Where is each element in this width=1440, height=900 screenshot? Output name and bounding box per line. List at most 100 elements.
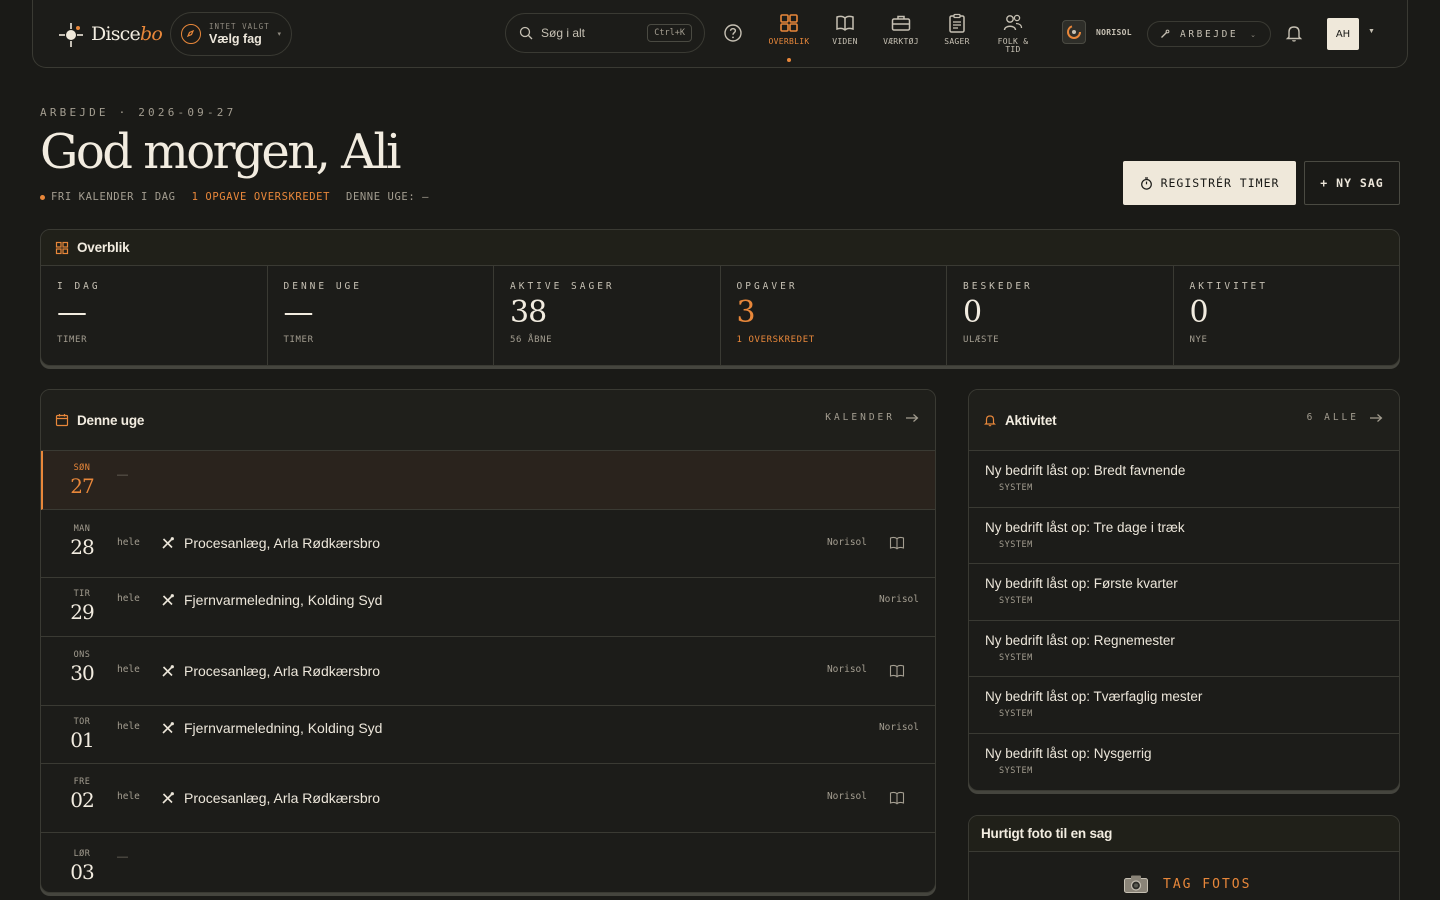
brand[interactable]: Discebo xyxy=(57,18,163,50)
wrench-icon xyxy=(1161,29,1170,38)
empty-day: — xyxy=(117,851,128,863)
stat-sub: TIMER xyxy=(283,335,314,345)
nav-label: OVERBLIK xyxy=(768,37,810,46)
stat-today[interactable]: I DAG — TIMER xyxy=(41,266,268,365)
day-label: ONS 30 xyxy=(59,650,105,685)
nav-sager[interactable]: SAGER xyxy=(929,12,985,62)
day-label: SØN 27 xyxy=(59,463,105,498)
activity-all-link[interactable]: 6 ALLE xyxy=(1307,412,1383,423)
day-date: 03 xyxy=(70,860,94,884)
activity-item[interactable]: Ny bedrift låst op: Regnemester SYSTEM xyxy=(969,621,1399,678)
stats-row: I DAG — TIMER DENNE UGE — TIMER AKTIVE S… xyxy=(41,266,1399,365)
day-row[interactable]: TIR 29 hele Fjernvarmeledning, Kolding S… xyxy=(41,578,935,637)
activity-all-label: 6 ALLE xyxy=(1306,412,1359,423)
stat-week[interactable]: DENNE UGE — TIMER xyxy=(268,266,494,365)
entry-span: hele xyxy=(117,537,140,548)
search-shortcut: Ctrl+K xyxy=(647,24,692,42)
day-row[interactable]: MAN 28 hele Procesanlæg, Arla Rødkærsbro… xyxy=(41,510,935,578)
people-icon xyxy=(1003,14,1023,31)
day-date: 27 xyxy=(70,474,94,498)
stat-label: AKTIVE SAGER xyxy=(510,281,615,292)
help-icon[interactable] xyxy=(723,23,743,43)
entry-title: Procesanlæg, Arla Rødkærsbro xyxy=(184,535,381,551)
stat-active-cases[interactable]: AKTIVE SAGER 38 56 ÅBNE xyxy=(494,266,721,365)
take-photos-button[interactable]: TAG FOTOS xyxy=(1123,874,1251,894)
user-avatar[interactable]: AH xyxy=(1327,18,1359,50)
stat-value: 0 xyxy=(963,295,982,330)
tools-icon xyxy=(162,537,174,549)
entry-company: Norisol xyxy=(878,722,919,733)
stat-activity[interactable]: AKTIVITET 0 NYE xyxy=(1174,266,1400,365)
tools-icon xyxy=(162,665,174,677)
book-icon[interactable] xyxy=(889,791,905,805)
calendar-link[interactable]: KALENDER xyxy=(825,412,919,423)
chevron-down-icon[interactable]: ▼ xyxy=(1368,28,1375,35)
activity-item[interactable]: Ny bedrift låst op: Tværfaglig mester SY… xyxy=(969,677,1399,734)
nav-folk-tid[interactable]: FOLK & TID xyxy=(985,12,1041,62)
day-row[interactable]: FRE 02 hele Procesanlæg, Arla Rødkærsbro… xyxy=(41,764,935,833)
stat-value: 3 xyxy=(736,295,756,330)
activity-item[interactable]: Ny bedrift låst op: Bredt favnende SYSTE… xyxy=(969,451,1399,508)
nav-label: SAGER xyxy=(944,37,970,46)
stat-label: I DAG xyxy=(57,281,101,292)
activity-item[interactable]: Ny bedrift låst op: Første kvarter SYSTE… xyxy=(969,564,1399,621)
nav-vaerktoj[interactable]: VÆRKTØJ xyxy=(873,12,929,62)
week-title: Denne uge xyxy=(77,412,145,428)
activity-text: Ny bedrift låst op: Nysgerrig xyxy=(985,745,1152,761)
search-icon xyxy=(519,26,533,40)
stat-tasks[interactable]: OPGAVER 3 1 OVERSKREDET xyxy=(721,266,947,365)
entry-span: hele xyxy=(117,593,140,604)
nav-label: VIDEN xyxy=(832,37,858,46)
nav-label: FOLK & TID xyxy=(997,37,1029,54)
activity-item[interactable]: Ny bedrift låst op: Nysgerrig SYSTEM xyxy=(969,734,1399,790)
search-bar[interactable]: Søg i alt Ctrl+K xyxy=(505,13,705,53)
notifications-bell-icon[interactable] xyxy=(1284,23,1304,43)
book-icon[interactable] xyxy=(889,664,905,678)
day-date: 30 xyxy=(70,661,94,685)
day-date: 01 xyxy=(70,728,94,752)
day-row[interactable]: LØR 03 — xyxy=(41,833,935,892)
week-header: Denne uge KALENDER xyxy=(41,390,935,451)
status-dot xyxy=(40,194,45,200)
stat-label: OPGAVER xyxy=(736,281,798,292)
compass-icon xyxy=(181,24,201,44)
day-label: TOR 01 xyxy=(59,717,105,752)
grid-icon xyxy=(780,14,798,32)
status-overdue[interactable]: 1 OPGAVE OVERSKREDET xyxy=(192,191,330,203)
subject-selector[interactable]: INTET VALGT Vælg fag ▾ xyxy=(170,12,292,56)
activity-item[interactable]: Ny bedrift låst op: Tre dage i træk SYST… xyxy=(969,508,1399,565)
stat-value: — xyxy=(283,295,314,330)
grid-icon xyxy=(55,241,69,254)
entry-company: Norisol xyxy=(826,664,867,675)
mode-label: ARBEJDE xyxy=(1180,28,1239,40)
stat-value: 0 xyxy=(1189,295,1209,330)
brand-logo-icon xyxy=(57,21,83,47)
stat-messages[interactable]: BESKEDER 0 ULÆSTE xyxy=(947,266,1174,365)
top-bar: Discebo INTET VALGT Vælg fag ▾ Søg i alt… xyxy=(32,0,1408,68)
chevron-down-icon: ⌄ xyxy=(1250,32,1256,39)
entry-title: Procesanlæg, Arla Rødkærsbro xyxy=(184,790,381,806)
stat-label: BESKEDER xyxy=(963,281,1033,292)
brand-name: Discebo xyxy=(91,23,163,45)
take-photos-label: TAG FOTOS xyxy=(1163,876,1252,892)
company-switcher[interactable]: NORISOL xyxy=(1062,20,1132,44)
day-name: MAN xyxy=(73,524,91,534)
quick-photo-title: Hurtigt foto til en sag xyxy=(981,826,1113,841)
day-row[interactable]: ONS 30 hele Procesanlæg, Arla Rødkærsbro… xyxy=(41,637,935,706)
mode-selector[interactable]: ARBEJDE ⌄ xyxy=(1147,21,1271,47)
day-name: TIR xyxy=(73,589,91,599)
chevron-down-icon: ▾ xyxy=(277,31,281,38)
activity-text: Ny bedrift låst op: Første kvarter xyxy=(985,576,1178,592)
company-name: NORISOL xyxy=(1096,27,1132,37)
nav-overblik[interactable]: OVERBLIK xyxy=(761,12,817,62)
register-hours-button[interactable]: REGISTRÉR TIMER xyxy=(1123,161,1296,205)
entry-company: Norisol xyxy=(878,594,919,605)
entry-span: hele xyxy=(117,791,140,802)
day-row[interactable]: SØN 27 — xyxy=(41,451,935,510)
active-indicator xyxy=(787,58,791,62)
book-icon[interactable] xyxy=(889,536,905,550)
timer-icon xyxy=(1140,176,1152,190)
day-row[interactable]: TOR 01 hele Fjernvarmeledning, Kolding S… xyxy=(41,706,935,764)
new-case-button[interactable]: + NY SAG xyxy=(1304,161,1400,205)
nav-viden[interactable]: VIDEN xyxy=(817,12,873,62)
